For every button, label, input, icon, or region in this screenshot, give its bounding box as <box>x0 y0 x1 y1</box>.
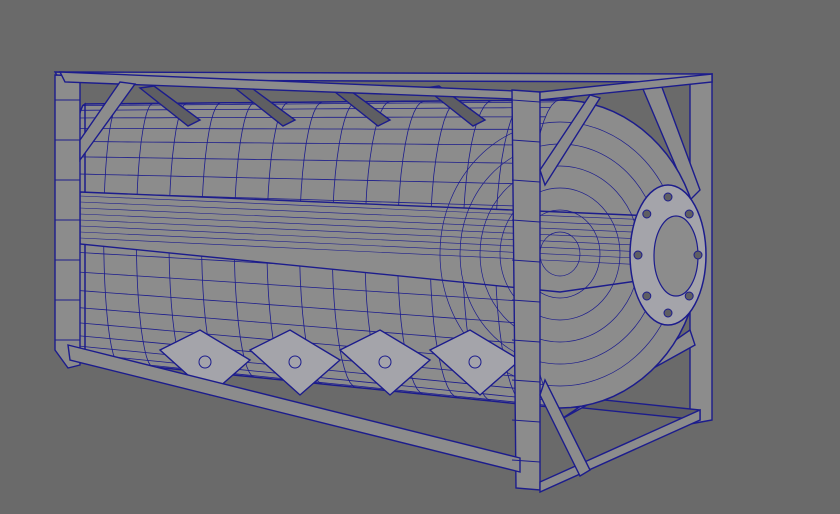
3d-viewport[interactable] <box>0 0 840 514</box>
flange-bolt <box>693 250 703 260</box>
flange-bolt <box>684 209 694 219</box>
flange-bolt <box>663 192 673 202</box>
tank-cylinder <box>70 85 707 409</box>
front-left-post <box>54 74 81 369</box>
flange-bolt <box>642 209 652 219</box>
manhole-cover <box>653 215 699 297</box>
flange-bolt <box>684 291 694 301</box>
flange-bolt <box>642 291 652 301</box>
flange-bolt <box>663 308 673 318</box>
front-right-post <box>511 89 541 491</box>
flange-bolt <box>633 250 643 260</box>
